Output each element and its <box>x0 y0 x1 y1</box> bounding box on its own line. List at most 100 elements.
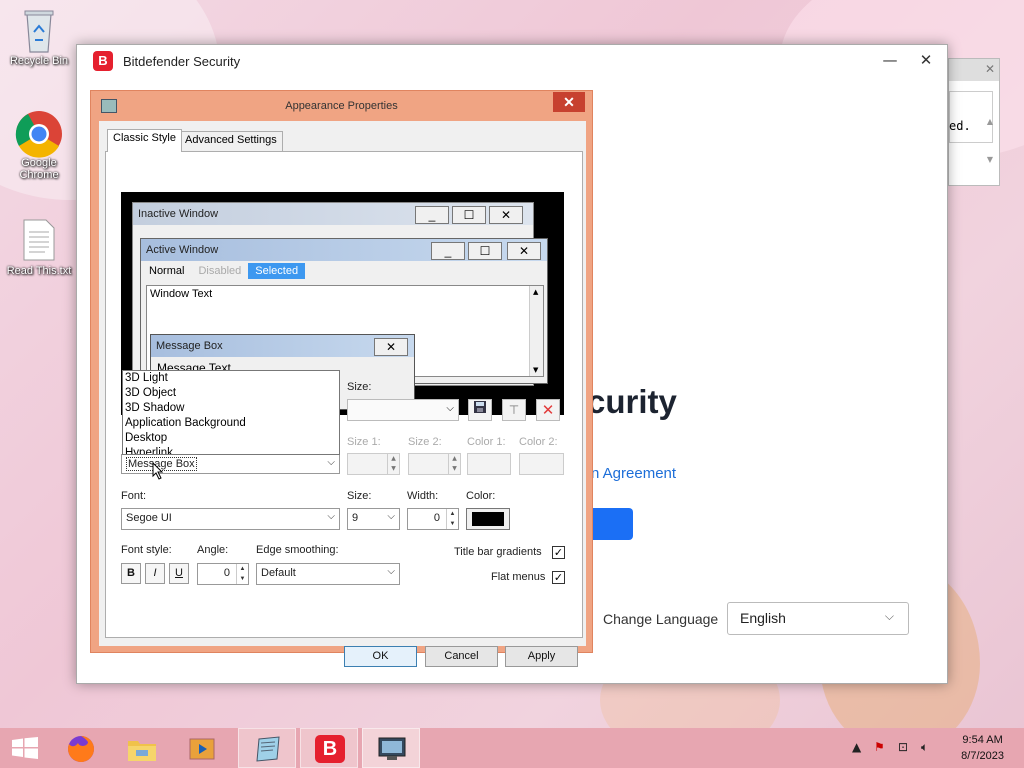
flat-menus-checkbox[interactable]: ✓ <box>552 571 565 584</box>
font-color-swatch <box>472 512 504 526</box>
list-item[interactable]: Hyperlink <box>123 446 339 454</box>
color2-label: Color 2: <box>519 436 558 448</box>
language-value: English <box>740 610 786 626</box>
width-label: Width: <box>407 490 439 502</box>
color1-button[interactable] <box>467 453 511 475</box>
bitdefender-icon: B <box>315 735 345 763</box>
window-text: Window Text <box>150 288 213 300</box>
scroll-down-icon[interactable]: ▼ <box>987 155 993 164</box>
size1-label: Size 1: <box>347 436 381 448</box>
chevron-down-icon: ⌵ <box>327 511 335 522</box>
angle-label: Angle: <box>197 544 229 556</box>
menu-disabled: Disabled <box>198 265 242 277</box>
windows-logo-icon <box>12 737 38 759</box>
bitdefender-titlebar: B Bitdefender Security <box>77 45 947 77</box>
size2-input[interactable]: ▲ ▼ <box>408 453 461 475</box>
bold-button[interactable]: B <box>121 563 141 584</box>
show-hidden-icons-icon[interactable]: ▲ <box>852 740 861 754</box>
background-dialog[interactable]: ✕ ed. ▲ ▼ <box>948 58 1000 186</box>
maximize-icon: ☐ <box>452 206 486 224</box>
taskbar-firefox[interactable] <box>54 728 112 768</box>
size1-input[interactable]: ▲ ▼ <box>347 453 400 475</box>
underline-button[interactable]: U <box>169 563 189 584</box>
list-item[interactable]: Desktop <box>123 431 339 446</box>
font-value: Segoe UI <box>126 512 172 524</box>
start-button[interactable] <box>0 728 58 768</box>
taskbar-media-player[interactable] <box>174 728 232 768</box>
edge-smoothing-select[interactable]: Default ⌵ <box>256 563 400 585</box>
chevron-down-icon: ⌵ <box>387 511 395 522</box>
item-size-select[interactable]: ⌵ <box>347 399 459 421</box>
flat-menus-label: Flat menus <box>491 571 546 583</box>
close-icon[interactable]: ✕ <box>985 62 995 76</box>
taskbar: B ▲ ⚑ ⊡ 🔈︎ 9:54 AM 8/7/2023 <box>0 728 1024 768</box>
menu-normal: Normal <box>149 265 185 277</box>
item-size-label: Size: <box>347 381 372 393</box>
desktop-icon-label: Read This.txt <box>6 265 72 277</box>
width-input[interactable]: 0 ▲ ▼ <box>407 508 459 530</box>
rename-icon: ⊤ <box>508 403 520 417</box>
dialog-title: Appearance Properties <box>285 100 398 112</box>
font-color-button[interactable] <box>466 508 510 530</box>
apply-button[interactable]: Apply <box>505 646 578 667</box>
firefox-icon <box>68 736 94 762</box>
primary-action-button[interactable] <box>593 508 633 540</box>
file-explorer-icon <box>128 741 156 761</box>
rename-scheme-button[interactable]: ⊤ <box>502 399 526 421</box>
title-bar-gradients-label: Title bar gradients <box>454 546 542 558</box>
license-agreement-link[interactable]: n Agreement <box>591 465 676 482</box>
desktop-icon-read-this[interactable]: Read This.txt <box>4 218 74 277</box>
cancel-button[interactable]: Cancel <box>425 646 498 667</box>
ok-button[interactable]: OK <box>344 646 417 667</box>
mouse-cursor-icon <box>152 462 164 480</box>
taskbar-notepad[interactable] <box>238 728 296 768</box>
close-button[interactable]: ✕ <box>553 92 585 112</box>
color1-label: Color 1: <box>467 436 506 448</box>
menu-selected: Selected <box>248 263 306 279</box>
appearance-properties-dialog: Appearance Properties ✕ Classic Style Ad… <box>90 90 593 667</box>
desktop-icon-chrome[interactable]: Google Chrome <box>4 110 74 181</box>
close-button[interactable]: ✕ <box>911 51 941 69</box>
list-item[interactable]: 3D Light <box>123 371 339 386</box>
action-center-icon[interactable]: ⚑ <box>874 740 885 754</box>
list-item[interactable]: 3D Object <box>123 386 339 401</box>
desktop-icon-recycle-bin[interactable]: Recycle Bin <box>4 8 74 67</box>
save-scheme-button[interactable] <box>468 399 492 421</box>
window-title: Bitdefender Security <box>123 53 241 69</box>
font-select[interactable]: Segoe UI ⌵ <box>121 508 340 530</box>
taskbar-file-explorer[interactable] <box>114 728 172 768</box>
color2-button[interactable] <box>519 453 564 475</box>
chevron-down-icon: ⌵ <box>884 609 894 623</box>
tab-advanced-settings[interactable]: Advanced Settings <box>179 131 283 152</box>
product-heading: curity <box>587 383 677 420</box>
title-bar-gradients-checkbox[interactable]: ✓ <box>552 546 565 559</box>
font-size-select[interactable]: 9 ⌵ <box>347 508 400 530</box>
scroll-up-icon[interactable]: ▲ <box>987 117 993 126</box>
notepad-icon <box>256 736 280 762</box>
list-item[interactable]: 3D Shadow <box>123 401 339 416</box>
angle-input[interactable]: 0 ▲ ▼ <box>197 563 249 585</box>
volume-icon[interactable]: 🔈︎ <box>921 740 928 755</box>
tab-classic-style[interactable]: Classic Style <box>107 129 182 152</box>
clock-time: 9:54 AM <box>962 734 1003 746</box>
taskbar-bitdefender[interactable]: B <box>300 728 358 768</box>
dialog-body: Classic Style Advanced Settings Inactive… <box>99 121 586 667</box>
font-label: Font: <box>121 490 147 502</box>
save-icon <box>474 401 486 413</box>
network-icon[interactable]: ⊡ <box>898 740 908 754</box>
delete-scheme-button[interactable]: ✕ <box>536 399 560 421</box>
list-item[interactable]: Application Background <box>123 416 339 431</box>
taskbar-appearance-properties[interactable] <box>362 728 420 768</box>
item-dropdown-list[interactable]: 3D Light 3D Object 3D Shadow Application… <box>122 370 340 455</box>
minimize-button[interactable]: — <box>875 51 905 69</box>
active-window-title: Active Window <box>146 244 219 256</box>
scroll-up-icon: ▲ <box>533 288 539 296</box>
font-size-label: Size: <box>347 490 372 502</box>
color-label: Color: <box>466 490 496 502</box>
language-select[interactable]: English ⌵ <box>727 602 909 635</box>
clock-date: 8/7/2023 <box>961 750 1004 762</box>
system-clock[interactable]: 9:54 AM 8/7/2023 <box>961 732 1004 764</box>
italic-button[interactable]: I <box>145 563 165 584</box>
desktop-icon-label: Google Chrome <box>19 157 59 181</box>
scrollbar: ▲ ▼ <box>529 286 543 376</box>
